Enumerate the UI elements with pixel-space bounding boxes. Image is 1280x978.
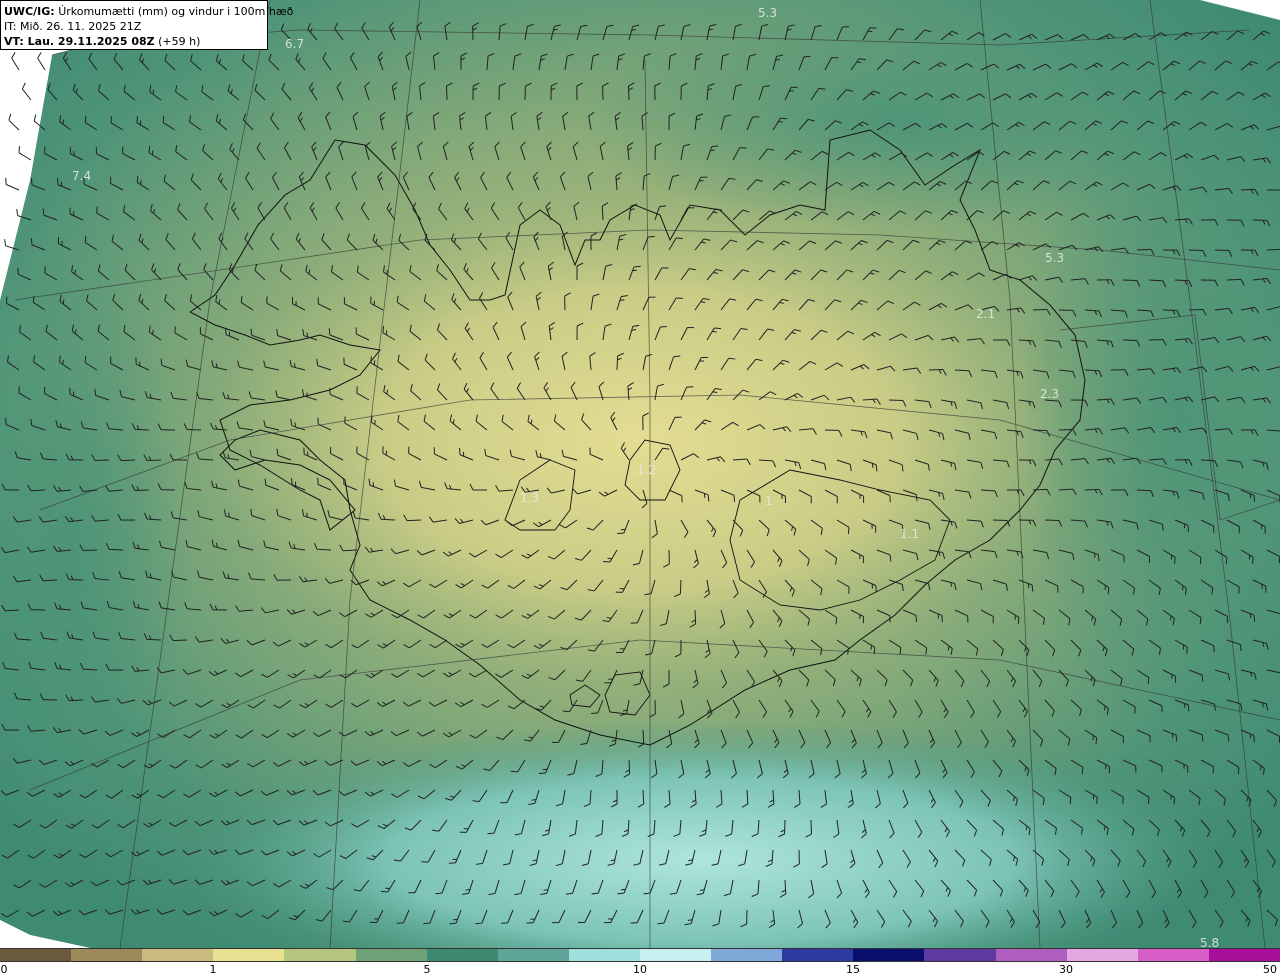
colorbar-segment: [355, 949, 427, 961]
colorbar-tick-5: 5: [423, 963, 431, 976]
title-line: UWC/IG: Úrkomumætti (mm) og vindur i 100…: [4, 4, 293, 19]
colorbar-segment: [426, 949, 498, 961]
map-title: Úrkomumætti (mm) og vindur i 100m hæð: [58, 5, 294, 18]
lead-time: (+59 h): [158, 35, 201, 48]
title-box: UWC/IG: Úrkomumætti (mm) og vindur i 100…: [0, 0, 293, 50]
map-svg: 5.3 6.7 7.4 5.3 2.1 2.3 1.2 1.3 1 1.1 5.…: [0, 0, 1280, 948]
colorbar-segment: [0, 949, 72, 961]
value-label-southeast: 1.1: [900, 527, 919, 541]
colorbar-labels: 0 1 5 10 15 30 50: [0, 962, 1280, 978]
value-label-north: 5.3: [758, 6, 777, 20]
colorbar-segment: [853, 949, 925, 961]
colorbar-segment: [71, 949, 143, 961]
colorbar-segment: [782, 949, 854, 961]
colorbar: [0, 948, 1280, 962]
colorbar-segment: [924, 949, 996, 961]
colorbar-segment: [711, 949, 783, 961]
colorbar-tick-0: 0: [0, 963, 8, 976]
colorbar-tick-15: 15: [846, 963, 860, 976]
value-label-northwest: 6.7: [285, 37, 304, 51]
colorbar-tick-1: 1: [209, 963, 217, 976]
valid-time-line: VT: Lau. 29.11.2025 08Z (+59 h): [4, 34, 264, 49]
colorbar-segment: [1208, 949, 1280, 961]
value-label-vatnajokull: 1: [765, 494, 773, 508]
colorbar-segment: [142, 949, 214, 961]
issue-time: IT: Mið. 26. 11. 2025 21Z: [4, 20, 142, 33]
model-name: UWC/IG:: [4, 5, 55, 18]
colorbar-tick-30: 30: [1059, 963, 1073, 976]
value-label-southeast-corner: 5.8: [1200, 936, 1219, 948]
colorbar-tick-10: 10: [633, 963, 647, 976]
colorbar-segment: [995, 949, 1067, 961]
weather-map: 5.3 6.7 7.4 5.3 2.1 2.3 1.2 1.3 1 1.1 5.…: [0, 0, 1280, 948]
colorbar-segment: [497, 949, 569, 961]
value-label-eastfjords: 2.3: [1040, 387, 1059, 401]
colorbar-tick-50: 50: [1263, 963, 1277, 976]
value-label-northeast: 5.3: [1045, 251, 1064, 265]
colorbar-segment: [284, 949, 356, 961]
colorbar-segment: [213, 949, 285, 961]
value-label-west: 7.4: [72, 169, 91, 183]
value-label-langjokull: 1.3: [520, 491, 539, 505]
colorbar-segment: [1137, 949, 1209, 961]
colorbar-segment: [639, 949, 712, 961]
value-label-east: 2.1: [976, 307, 995, 321]
valid-time: VT: Lau. 29.11.2025 08Z: [4, 35, 155, 48]
value-label-hofsjokull: 1.2: [637, 463, 656, 477]
colorbar-segment: [1066, 949, 1138, 961]
colorbar-segment: [568, 949, 640, 961]
